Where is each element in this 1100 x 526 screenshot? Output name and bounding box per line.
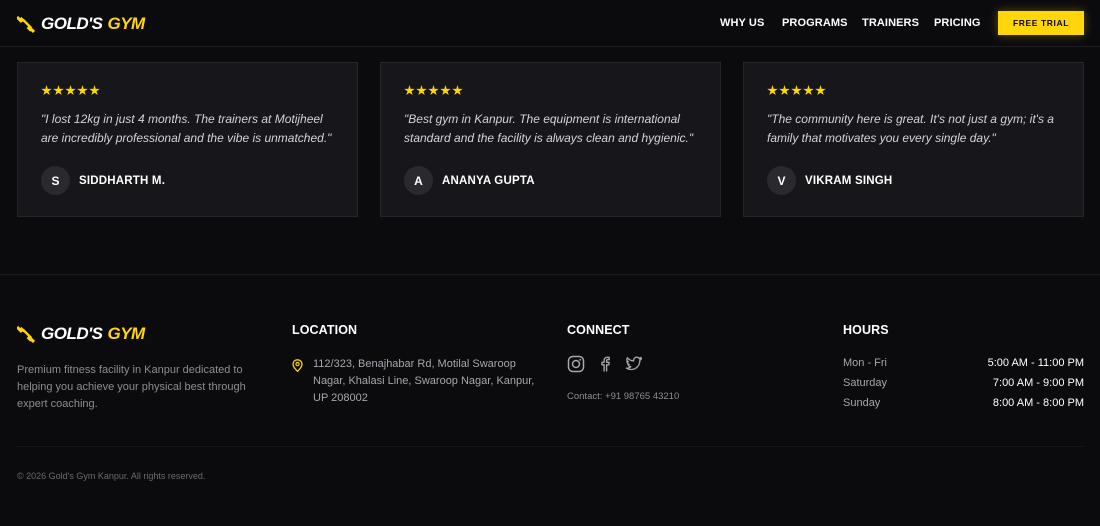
testimonial-author: A ANANYA GUPTA xyxy=(404,166,535,195)
location-title: LOCATION xyxy=(292,323,358,337)
testimonial-quote: "The community here is great. It's not j… xyxy=(767,112,1054,145)
dumbbell-icon xyxy=(17,325,36,343)
hours-time: 5:00 AM - 11:00 PM xyxy=(987,357,1084,369)
nav-link-trainers[interactable]: TRAINERS xyxy=(862,17,919,29)
testimonial-card: "The community here is great. It's not j… xyxy=(743,62,1084,217)
hours-row: Mon - Fri 5:00 AM - 11:00 PM xyxy=(843,357,1084,373)
avatar: A xyxy=(404,166,433,195)
twitter-icon[interactable] xyxy=(625,355,643,373)
testimonial-quote: "I lost 12kg in just 4 months. The train… xyxy=(41,112,332,145)
star-icon xyxy=(416,85,427,96)
hours-day: Saturday xyxy=(843,377,888,389)
star-icon xyxy=(440,85,451,96)
nav-link-programs[interactable]: PROGRAMS xyxy=(782,17,848,29)
hours-row: Saturday 7:00 AM - 9:00 PM xyxy=(843,377,1084,393)
avatar: S xyxy=(41,166,70,195)
map-pin-icon xyxy=(292,359,303,372)
facebook-icon[interactable] xyxy=(596,355,614,373)
nav-link-why-us[interactable]: WHY US xyxy=(720,17,764,29)
star-icon xyxy=(815,85,826,96)
star-icon xyxy=(77,85,88,96)
hours-title: HOURS xyxy=(843,323,889,337)
brand-name: GOLD'S GYM xyxy=(41,14,145,33)
brand-name: GOLD'S GYM xyxy=(41,324,145,343)
star-icon xyxy=(41,85,52,96)
testimonial-author: S SIDDHARTH M. xyxy=(41,166,165,195)
author-name: VIKRAM SINGH xyxy=(805,174,893,187)
nav-link-pricing[interactable]: PRICING xyxy=(934,17,981,29)
star-icon xyxy=(779,85,790,96)
star-icon xyxy=(428,85,439,96)
connect-title: CONNECT xyxy=(567,323,630,337)
avatar: V xyxy=(767,166,796,195)
divider xyxy=(17,446,1084,447)
star-icon xyxy=(803,85,814,96)
copyright-text: © 2026 Gold's Gym Kanpur. All rights res… xyxy=(17,471,206,481)
star-icon xyxy=(767,85,778,96)
brand-logo[interactable]: GOLD'S GYM xyxy=(17,14,145,34)
hours-time: 7:00 AM - 9:00 PM xyxy=(992,377,1084,389)
dumbbell-icon xyxy=(17,15,36,33)
author-name: ANANYA GUPTA xyxy=(442,174,535,187)
hours-day: Sunday xyxy=(843,397,881,409)
about-text: Premium fitness facility in Kanpur dedic… xyxy=(17,364,246,410)
testimonial-card: "Best gym in Kanpur. The equipment is in… xyxy=(380,62,721,217)
instagram-icon[interactable] xyxy=(567,355,585,373)
star-icon xyxy=(791,85,802,96)
star-icon xyxy=(65,85,76,96)
star-icon xyxy=(404,85,415,96)
footer-brand-logo[interactable]: GOLD'S GYM xyxy=(17,324,145,344)
top-navbar: GOLD'S GYM WHY US PROGRAMS TRAINERS PRICI… xyxy=(0,0,1100,47)
testimonial-author: V VIKRAM SINGH xyxy=(767,166,892,195)
social-links xyxy=(567,355,643,373)
rating-stars xyxy=(404,85,463,96)
contact-text: Contact: +91 98765 43210 xyxy=(567,391,680,402)
divider xyxy=(0,274,1100,275)
author-name: SIDDHARTH M. xyxy=(79,174,166,187)
star-icon xyxy=(89,85,100,96)
testimonial-quote: "Best gym in Kanpur. The equipment is in… xyxy=(404,112,694,145)
free-trial-button[interactable]: FREE TRIAL xyxy=(998,11,1084,35)
rating-stars xyxy=(41,85,100,96)
address-text: 112/323, Benajhabar Rd, Motilal Swaroop … xyxy=(313,358,535,404)
testimonial-card: "I lost 12kg in just 4 months. The train… xyxy=(17,62,358,217)
hours-time: 8:00 AM - 8:00 PM xyxy=(992,397,1084,409)
rating-stars xyxy=(767,85,826,96)
star-icon xyxy=(53,85,64,96)
star-icon xyxy=(452,85,463,96)
hours-row: Sunday 8:00 AM - 8:00 PM xyxy=(843,397,1084,413)
hours-day: Mon - Fri xyxy=(843,357,887,369)
